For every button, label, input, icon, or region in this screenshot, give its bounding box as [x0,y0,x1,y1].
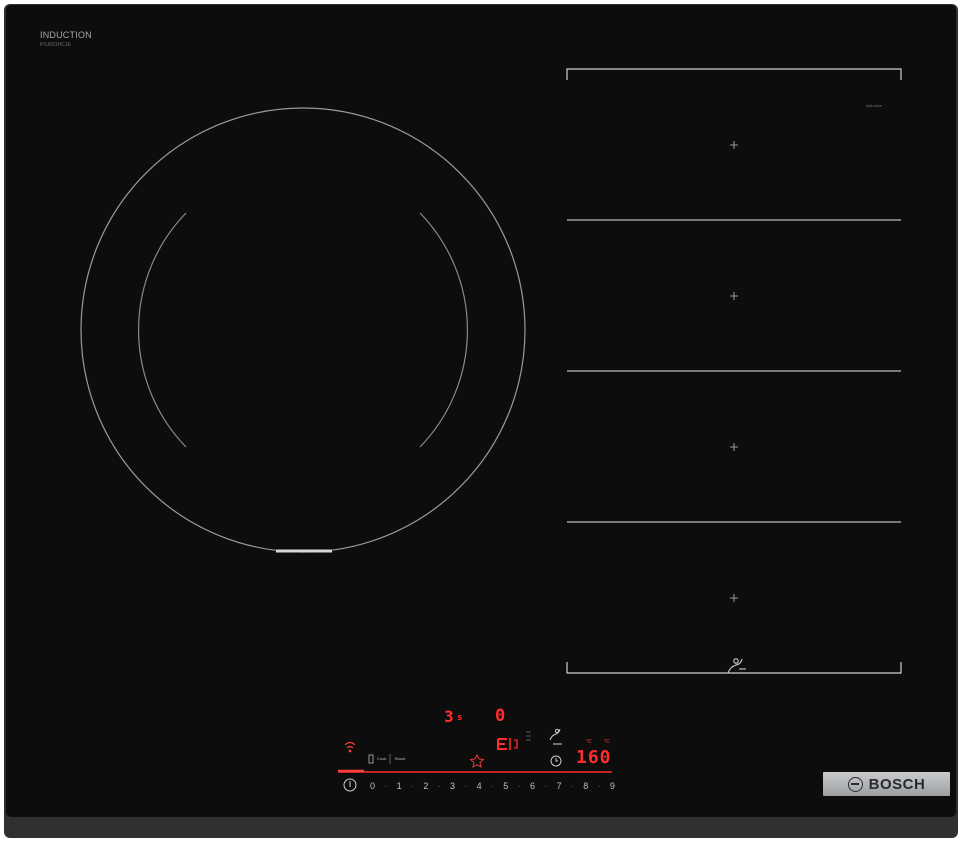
power-level-8[interactable]: 8 [583,781,588,791]
power-level-separator: · [517,781,521,791]
brand-plate: BOSCH [823,772,950,796]
power-level-separator: · [491,781,494,791]
power-level-separator: · [464,781,468,791]
power-level-0[interactable]: 0 [370,781,375,791]
induction-label: INDUCTION [40,30,92,40]
timer-unit-display: s [457,713,463,723]
timer-digit-display: 3 [444,707,454,726]
power-level-4[interactable]: 4 [477,781,482,791]
power-level-separator: · [597,781,601,791]
temp-unit-left: °C [586,739,592,745]
power-level-separator: · [384,781,388,791]
power-level-scale[interactable]: 0 · 1 · 2 · 3 · 4 · 5 · 6 · 7 · 8 · 9 [370,778,615,794]
top-readout-display: 0 [495,706,506,726]
boost-label: Boost [395,756,406,761]
power-level-separator: · [437,781,441,791]
temperature-display: 160 [576,747,612,768]
model-code: PXJ651HC1E [40,42,71,48]
power-level-5[interactable]: 5 [503,781,508,791]
power-level-3[interactable]: 3 [450,781,455,791]
power-level-2[interactable]: 2 [423,781,428,791]
induction-hob [4,4,958,838]
power-level-separator: · [544,781,548,791]
power-level-1[interactable]: 1 [397,781,402,791]
glass-surface [6,5,956,817]
temp-unit-right: °C [604,739,610,745]
bosch-logo-icon [847,776,863,792]
power-level-6[interactable]: 6 [530,781,535,791]
brand-name: BOSCH [868,775,926,793]
cook-mode-label: Cook [377,756,387,761]
power-level-7[interactable]: 7 [557,781,562,791]
flex-zone-note: induction [866,103,883,108]
power-level-separator: · [411,781,414,791]
power-level-separator: · [571,781,574,791]
power-level-9[interactable]: 9 [610,781,615,791]
